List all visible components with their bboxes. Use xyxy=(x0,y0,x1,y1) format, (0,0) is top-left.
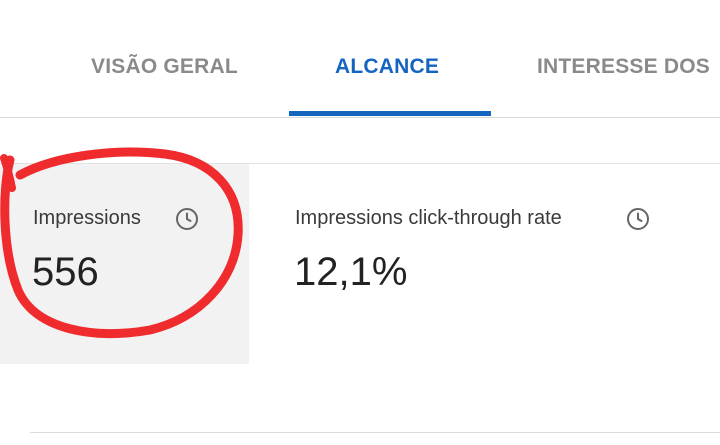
clock-icon[interactable] xyxy=(626,207,650,231)
bottom-divider xyxy=(30,432,720,433)
ctr-card[interactable]: Impressions click-through rate 12,1% xyxy=(249,164,720,364)
tab-audience-interest[interactable]: INTERESSE DOS xyxy=(537,55,710,79)
metrics-row: Impressions 556 Impressions click-throug… xyxy=(0,163,720,364)
ctr-label: Impressions click-through rate xyxy=(295,207,562,229)
tab-reach[interactable]: ALCANCE xyxy=(335,55,439,79)
impressions-label: Impressions xyxy=(33,207,141,229)
active-tab-indicator xyxy=(289,111,491,116)
analytics-page: VISÃO GERAL ALCANCE INTERESSE DOS Impres… xyxy=(0,0,720,445)
tab-bar: VISÃO GERAL ALCANCE INTERESSE DOS xyxy=(0,0,720,118)
impressions-card[interactable]: Impressions 556 xyxy=(0,164,249,364)
impressions-value: 556 xyxy=(32,250,99,294)
clock-icon[interactable] xyxy=(175,207,199,231)
tab-overview[interactable]: VISÃO GERAL xyxy=(91,55,238,79)
ctr-value: 12,1% xyxy=(294,250,408,294)
